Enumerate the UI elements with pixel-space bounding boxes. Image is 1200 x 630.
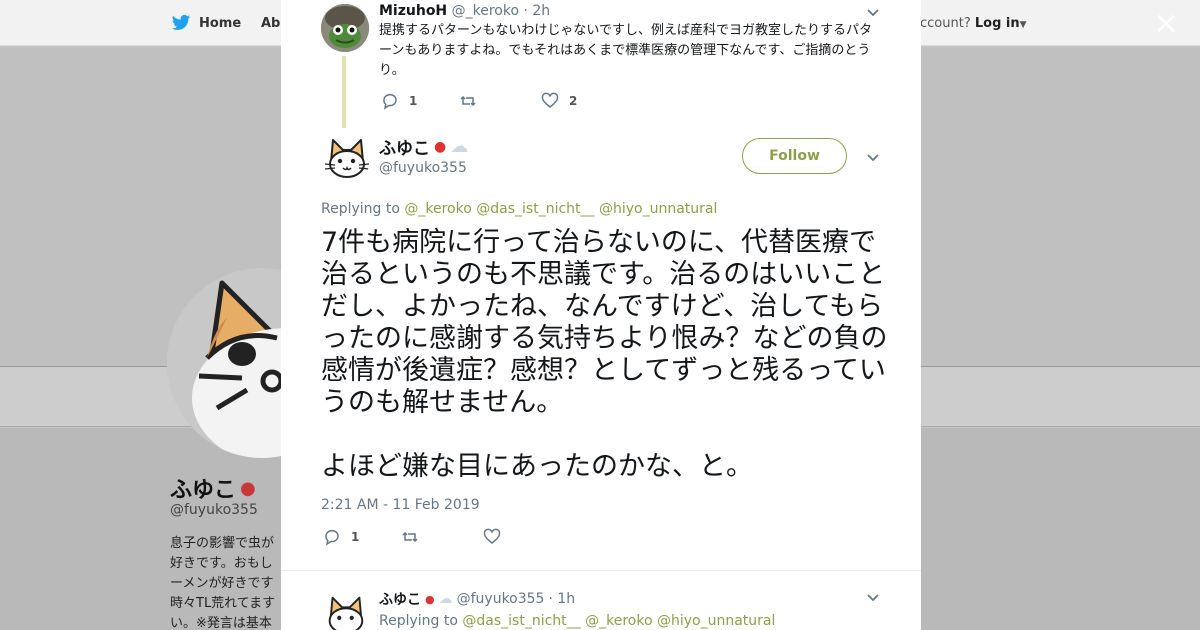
main-like-button[interactable] — [483, 528, 501, 546]
reply-tweet-handle[interactable]: @fuyuko355 — [457, 591, 545, 607]
mention-link[interactable]: @das_ist_nicht__ — [462, 613, 580, 629]
nav-home-label: Home — [199, 15, 242, 31]
parent-tweet-header: MizuhoH @_keroko · 2h — [379, 3, 550, 19]
divider — [281, 570, 921, 571]
main-tweet-avatar[interactable] — [321, 132, 371, 182]
reply-tweet-name[interactable]: ふゆこ — [379, 589, 421, 609]
main-tweet-handle[interactable]: @fuyuko355 — [379, 160, 467, 176]
frog-avatar-icon — [321, 4, 369, 52]
cat-avatar-icon — [324, 139, 370, 178]
mention-link[interactable]: @_keroko — [404, 201, 471, 217]
tweet-modal: MizuhoH @_keroko · 2h 提携するパターンもないわけじゃないで… — [281, 0, 921, 630]
parent-tweet-name[interactable]: MizuhoH — [379, 3, 447, 19]
reply-icon — [383, 93, 397, 110]
retweet-icon — [460, 95, 476, 107]
login-link[interactable]: Log in — [975, 16, 1020, 31]
background-profile-handle: @fuyuko355 — [170, 502, 258, 518]
main-retweet-button[interactable] — [401, 528, 419, 546]
cloud-icon: ☁ — [450, 136, 469, 157]
parent-like-button[interactable]: 2 — [541, 92, 577, 110]
mention-link[interactable]: @das_ist_nicht__ — [476, 201, 594, 217]
main-reply-count: 1 — [351, 530, 360, 544]
balloon-icon: ● — [425, 592, 435, 606]
follow-button[interactable]: Follow — [742, 138, 847, 174]
main-tweet-name-row: ふゆこ ● ☁ — [379, 134, 468, 159]
parent-tweet-avatar[interactable] — [321, 4, 369, 52]
parent-like-count: 2 — [569, 94, 578, 108]
main-tweet-text: 7件も病院に行って治らないのに、代替医療で治るというのも不思議です。治るのはいい… — [321, 227, 888, 482]
cloud-icon: ☁ — [438, 591, 453, 607]
thread-connector-line — [342, 56, 346, 128]
parent-retweet-button[interactable] — [459, 92, 477, 110]
parent-tweet-text: 提携するパターンもないわけじゃないですし、例えば産科でヨガ教室したりするパターン… — [379, 23, 872, 78]
background-profile-name: ふゆこ ● — [170, 477, 256, 504]
close-modal-button[interactable]: × — [1150, 8, 1182, 40]
balloon-icon: ● — [240, 477, 256, 499]
nav-account: ccount? Log in▼ — [920, 16, 1027, 31]
retweet-icon — [402, 531, 418, 543]
reply-tweet-avatar[interactable] — [321, 590, 369, 630]
background-profile-bio: 息子の影響で虫が 好きです。おもし ーメンが好きです 時々TL荒れてます い。※… — [170, 536, 276, 630]
nav-home[interactable]: Home — [171, 14, 241, 32]
cat-avatar-icon — [328, 596, 364, 630]
main-tweet-name[interactable]: ふゆこ — [379, 134, 430, 159]
parent-tweet-handle[interactable]: @_keroko — [452, 3, 519, 19]
heart-icon — [541, 92, 559, 108]
main-tweet-replying-to: Replying to @_keroko @das_ist_nicht__ @h… — [321, 201, 718, 217]
reply-tweet-chevron-down-icon[interactable] — [866, 590, 880, 604]
mention-link[interactable]: @hiyo_unnatural — [599, 201, 717, 217]
reply-tweet-header: ふゆこ ● ☁ @fuyuko355 · 1h — [379, 589, 575, 609]
login-caret-icon: ▼ — [1019, 20, 1027, 30]
reply-tweet-replying-to: Replying to @das_ist_nicht__ @_keroko @h… — [379, 613, 776, 629]
main-tweet-chevron-down-icon[interactable] — [866, 150, 880, 164]
parent-reply-button[interactable]: 1 — [381, 92, 417, 110]
parent-reply-count: 1 — [409, 94, 418, 108]
main-reply-button[interactable]: 1 — [323, 528, 359, 546]
twitter-bird-icon — [171, 14, 191, 30]
parent-tweet-time[interactable]: · 2h — [523, 3, 550, 19]
mention-link[interactable]: @_keroko — [585, 613, 652, 629]
balloon-icon: ● — [434, 138, 447, 155]
reply-tweet-time[interactable]: · 1h — [548, 591, 575, 607]
main-tweet-timestamp[interactable]: 2:21 AM - 11 Feb 2019 — [321, 497, 480, 513]
mention-link[interactable]: @hiyo_unnatural — [657, 613, 775, 629]
reply-icon — [325, 529, 339, 546]
account-prompt: ccount? — [920, 16, 971, 31]
parent-tweet-chevron-down-icon[interactable] — [866, 5, 880, 19]
heart-icon — [483, 528, 501, 544]
